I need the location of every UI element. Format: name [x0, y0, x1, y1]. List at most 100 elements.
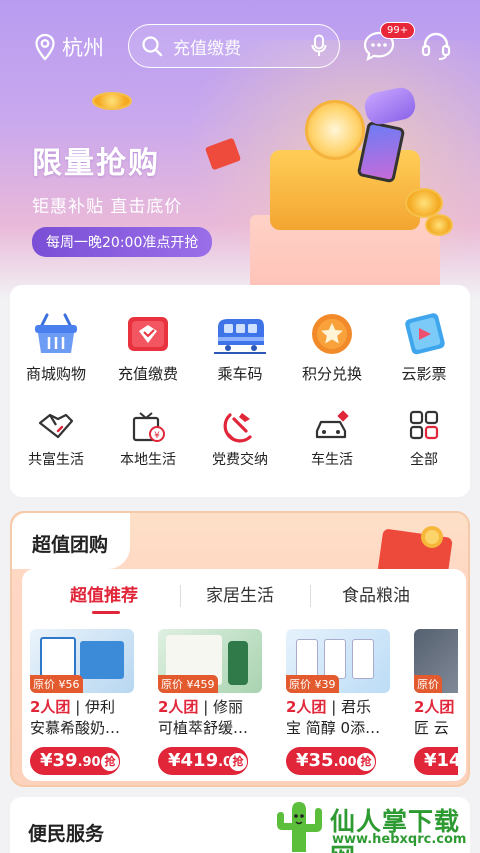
original-price: 原价 ¥39: [286, 675, 339, 693]
promo-text-block: 限量抢购 钜惠补贴 直击底价 每周一晚20:00准点开抢: [32, 138, 213, 257]
promo-title: 限量抢购: [32, 146, 160, 181]
product-image: 原价 ¥459: [158, 629, 262, 693]
original-price: 原价 ¥56: [30, 675, 83, 693]
product-name-line2: 可植萃舒缓…: [158, 719, 249, 737]
product-card[interactable]: 原价 ¥56 2人团 | 伊利 安慕希酸奶… ¥39.90 抢: [30, 629, 134, 775]
group-tag: 2人团: [30, 698, 71, 716]
service-grid: 商城购物 充值缴费 乘车码 积分兑换 云影票 共富生活 ¥ 本地生活 党费交纳 …: [10, 285, 470, 497]
promo-schedule-pill[interactable]: 每周一晚20:00准点开抢: [32, 227, 213, 257]
service-item-local-life[interactable]: ¥ 本地生活: [102, 409, 194, 469]
product-name-line1: 君乐: [341, 698, 372, 716]
group-price: ¥14: [414, 747, 458, 775]
alarm-clock-illustration: [305, 100, 365, 160]
recharge-icon: [128, 317, 168, 351]
service-item-car-life[interactable]: 车生活: [286, 409, 378, 469]
service-label: 共富生活: [28, 452, 84, 468]
svg-text:¥: ¥: [154, 431, 160, 441]
product-name: 2人团 | 君乐: [286, 698, 372, 716]
search-placeholder: 充值缴费: [173, 38, 241, 59]
product-card[interactable]: 原价 2人团 匠 云 ¥14: [414, 629, 458, 779]
points-star-icon: [312, 314, 352, 354]
service-item-recharge[interactable]: 充值缴费: [102, 311, 194, 384]
car-icon: [315, 410, 349, 439]
original-price: 原价: [414, 675, 442, 693]
headset-icon: [421, 32, 451, 60]
message-count-badge: 99+: [380, 22, 416, 39]
service-label: 乘车码: [217, 365, 263, 383]
service-item-all[interactable]: 全部: [378, 409, 470, 469]
service-item-party-dues[interactable]: 党费交纳: [194, 409, 286, 469]
service-label: 云影票: [401, 365, 447, 383]
service-label: 积分兑换: [301, 365, 362, 383]
service-label: 充值缴费: [117, 365, 178, 383]
microphone-icon[interactable]: [311, 34, 327, 58]
service-label: 商城购物: [25, 365, 86, 383]
service-label: 全部: [410, 452, 438, 468]
gamepad-illustration: [362, 85, 418, 127]
promo-subtitle: 钜惠补贴 直击底价: [32, 197, 183, 217]
group-tag: 2人团: [414, 698, 455, 716]
grab-button[interactable]: 抢: [228, 752, 248, 772]
cactus-logo-icon: [277, 802, 322, 852]
coin-illustration: [425, 214, 453, 236]
group-tag: 2人团: [286, 698, 327, 716]
service-item-transit-code[interactable]: 乘车码: [194, 311, 286, 384]
local-shop-icon: ¥: [132, 412, 165, 442]
price-decimal: .00: [333, 755, 357, 770]
convenience-services-title: 便民服务: [28, 823, 105, 845]
customer-service-button[interactable]: [420, 30, 452, 66]
service-item-movie[interactable]: 云影票: [378, 311, 470, 384]
tab-recommended[interactable]: 超值推荐: [70, 581, 138, 606]
top-bar: 杭州 充值缴费 99+: [0, 22, 480, 70]
product-name: 2人团 | 伊利: [30, 698, 116, 716]
product-image: 原价 ¥39: [286, 629, 390, 693]
shopping-basket-icon: [35, 313, 77, 353]
tab-divider: [310, 585, 311, 607]
group-buy-section: 超值团购 超值推荐 家居生活 食品粮油 原价 ¥56 2人团 | 伊利 安慕希酸…: [10, 511, 470, 787]
price-integer: ¥35: [296, 750, 334, 771]
group-tag: 2人团: [158, 698, 199, 716]
product-name-line2: 匠 云: [414, 719, 449, 737]
product-name-line1: 伊利: [85, 698, 116, 716]
service-label: 本地生活: [120, 452, 176, 468]
price-integer: ¥39: [40, 750, 78, 771]
tab-home-living[interactable]: 家居生活: [206, 581, 274, 606]
service-label: 党费交纳: [212, 452, 268, 468]
site-watermark: 仙人掌下载网 www.hebxqrc.com: [270, 796, 480, 853]
product-image: 原价 ¥56: [30, 629, 134, 693]
tab-divider: [180, 585, 181, 607]
group-buy-title: 超值团购: [32, 534, 109, 556]
train-icon: [214, 319, 266, 354]
grab-button[interactable]: 抢: [100, 752, 120, 772]
service-row-1: 商城购物 充值缴费 乘车码 积分兑换 云影票: [10, 311, 470, 384]
coin-illustration: [92, 92, 132, 110]
watermark-url: www.hebxqrc.com: [332, 832, 467, 847]
product-name-line1: 修丽: [213, 698, 244, 716]
active-tab-indicator: [92, 611, 120, 614]
grab-button[interactable]: 抢: [356, 752, 376, 772]
product-name: 2人团: [414, 697, 458, 718]
service-item-common-prosperity[interactable]: 共富生活: [10, 409, 102, 469]
party-emblem-icon: [223, 413, 252, 443]
movie-ticket-icon: [405, 313, 445, 355]
product-card[interactable]: 原价 ¥39 2人团 | 君乐 宝 简醇 0添… ¥35.00 抢: [286, 629, 390, 775]
service-item-points[interactable]: 积分兑换: [286, 311, 378, 384]
service-item-mall[interactable]: 商城购物: [10, 311, 102, 384]
product-name-line2: 宝 简醇 0添…: [286, 719, 381, 737]
location-pin-icon: [35, 33, 55, 61]
city-label: 杭州: [62, 36, 104, 60]
city-selector[interactable]: 杭州: [34, 32, 104, 62]
price-decimal: .90: [77, 755, 101, 770]
product-image: 原价: [414, 629, 458, 693]
price-integer: ¥419: [168, 750, 219, 771]
price-integer: ¥14: [424, 750, 458, 771]
service-label: 车生活: [311, 452, 353, 468]
handshake-icon: [38, 413, 74, 439]
tab-food-grain[interactable]: 食品粮油: [342, 581, 410, 606]
search-icon: [142, 36, 163, 57]
original-price: 原价 ¥459: [158, 675, 218, 693]
product-name: 2人团 | 修丽: [158, 698, 244, 716]
search-input[interactable]: 充值缴费: [128, 24, 340, 68]
product-card[interactable]: 原价 ¥459 2人团 | 修丽 可植萃舒缓… ¥419.00 抢: [158, 629, 262, 775]
grid-all-icon: [409, 410, 439, 440]
